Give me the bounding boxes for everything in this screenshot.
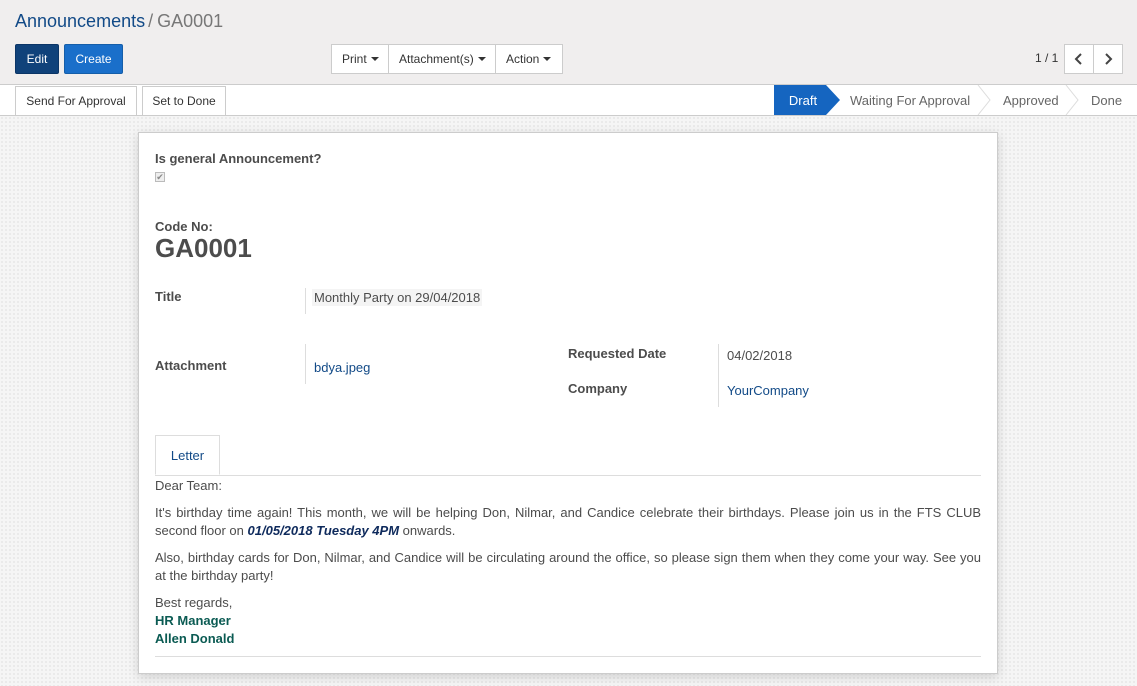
letter-closing: Best regards, [155,595,233,610]
company-link[interactable]: YourCompany [727,383,809,398]
title-label: Title [155,289,182,304]
general-announcement-label: Is general Announcement? [155,151,322,166]
action-label: Action [506,52,540,66]
letter-paragraph: It's birthday time again! This month, we… [155,504,981,540]
edit-button[interactable]: Edit [15,44,59,74]
letter-content: Dear Team: It's birthday time again! Thi… [155,477,981,648]
attachments-label: Attachment(s) [399,52,474,66]
caret-down-icon [543,57,552,61]
control-panel: Announcements / GA0001 Edit Create Print A… [0,0,1137,84]
chevron-left-icon [1074,53,1082,65]
statusbar: Send For Approval Set to Done Draft Wait… [0,84,1137,116]
print-dropdown[interactable]: Print [331,44,389,74]
letter-greeting: Dear Team: [155,478,222,493]
stage-separator-icon [1065,85,1079,115]
stage-approved[interactable]: Approved [1003,85,1059,115]
stage-done[interactable]: Done [1091,85,1122,115]
event-datetime: 01/05/2018 Tuesday 4PM [247,523,400,538]
caret-down-icon [477,57,486,61]
code-no-value: GA0001 [155,233,252,263]
field-divider [305,344,306,384]
letter-bottom-divider [155,656,981,657]
breadcrumb-announcements-link[interactable]: Announcements [15,11,145,31]
checkmark-icon: ✔ [156,172,164,182]
breadcrumb: Announcements / GA0001 [15,10,223,32]
sidebar-actions: Print Attachment(s) Action [331,44,563,74]
field-divider [718,344,719,407]
tab-divider [155,475,981,476]
pager-previous-button[interactable] [1064,44,1094,74]
attachments-dropdown[interactable]: Attachment(s) [388,44,496,74]
pager-value[interactable]: 1 / 1 [1035,51,1058,65]
chevron-right-icon [1105,53,1113,65]
company-label: Company [568,381,628,396]
general-announcement-checkbox[interactable]: ✔ [155,172,165,182]
print-label: Print [342,52,367,66]
field-divider [305,288,306,314]
stage-waiting-for-approval[interactable]: Waiting For Approval [850,85,970,115]
letter-text: onwards. [399,523,456,538]
signature-title: HR Manager [155,613,231,628]
letter-paragraph: Also, birthday cards for Don, Nilmar, an… [155,550,981,583]
stage-separator-icon [977,85,991,115]
breadcrumb-separator: / [148,11,154,31]
set-to-done-button[interactable]: Set to Done [142,86,226,116]
caret-down-icon [370,57,379,61]
stage-draft[interactable]: Draft [774,85,840,115]
requested-date-value: 04/02/2018 [727,348,793,363]
tab-letter[interactable]: Letter [155,435,220,475]
requested-date-label: Requested Date [568,346,667,361]
send-for-approval-button[interactable]: Send For Approval [15,86,137,116]
form-sheet: Is general Announcement? ✔ Code No: GA00… [138,132,998,674]
title-value: Monthly Party on 29/04/2018 [312,289,483,306]
signature-name: Allen Donald [155,631,235,646]
action-dropdown[interactable]: Action [495,44,563,74]
breadcrumb-current: GA0001 [157,11,224,31]
pager-next-button[interactable] [1093,44,1123,74]
create-button[interactable]: Create [64,44,123,74]
attachment-label: Attachment [155,358,227,373]
code-no-label: Code No: [155,219,213,234]
attachment-link[interactable]: bdya.jpeg [314,360,370,375]
